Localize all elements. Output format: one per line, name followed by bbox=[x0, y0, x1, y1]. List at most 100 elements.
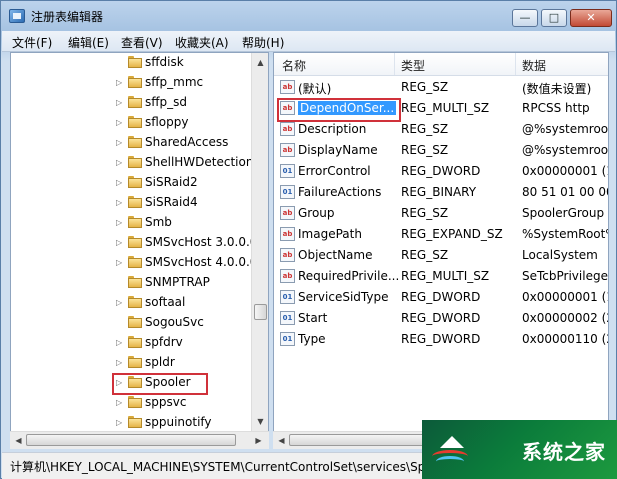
tree-item-shellhwdetection[interactable]: ▷ ShellHWDetection bbox=[11, 153, 253, 173]
scroll-left-arrow-icon[interactable]: ◀ bbox=[275, 434, 288, 447]
tree-item-label: SogouSvc bbox=[145, 315, 204, 329]
value-name: Start bbox=[298, 311, 328, 325]
tree-item-softaal[interactable]: ▷ softaal bbox=[11, 293, 251, 313]
tree-item-sisraid2[interactable]: ▷ SiSRaid2 bbox=[11, 173, 251, 193]
tree-item-sppuinotify[interactable]: ▷ sppuinotify bbox=[11, 413, 251, 431]
value-name: RequiredPrivile... bbox=[298, 269, 400, 283]
tree-expander-icon[interactable]: ▷ bbox=[116, 238, 122, 247]
tree-item-sharedaccess[interactable]: ▷ SharedAccess bbox=[11, 133, 251, 153]
tree-vertical-scrollbar[interactable]: ▲ ▼ bbox=[251, 53, 268, 431]
value-type: REG_DWORD bbox=[401, 290, 481, 304]
tree-item-sffp-sd[interactable]: ▷ sffp_sd bbox=[11, 93, 251, 113]
tree-expander-icon[interactable]: ▷ bbox=[116, 78, 122, 87]
tree-item-sppsvc[interactable]: ▷ sppsvc bbox=[11, 393, 251, 413]
value-row[interactable]: 01 ServiceSidType REG_DWORD 0x00000001 (… bbox=[274, 287, 608, 308]
value-data: @%systemroot bbox=[522, 122, 609, 136]
scrollbar-thumb[interactable] bbox=[254, 304, 267, 320]
scrollbar-thumb[interactable] bbox=[289, 434, 429, 446]
menu-help[interactable]: 帮助(H) bbox=[242, 34, 284, 51]
column-divider[interactable] bbox=[515, 53, 516, 75]
tree-item-snmptrap[interactable]: SNMPTRAP bbox=[11, 273, 251, 293]
tree-item-spldr[interactable]: ▷ spldr bbox=[11, 353, 251, 373]
value-row[interactable]: ab (默认) REG_SZ (数值未设置) bbox=[274, 77, 608, 98]
tree-item-sogousvc[interactable]: SogouSvc bbox=[11, 313, 251, 333]
scroll-left-arrow-icon[interactable]: ◀ bbox=[12, 434, 25, 447]
value-row[interactable]: 01 Type REG_DWORD 0x00000110 (27 bbox=[274, 329, 608, 350]
value-name: DisplayName bbox=[298, 143, 378, 157]
window-title: 注册表编辑器 bbox=[31, 10, 104, 24]
folder-icon bbox=[128, 316, 142, 329]
folder-icon bbox=[128, 216, 142, 229]
column-header-data[interactable]: 数据 bbox=[522, 57, 546, 74]
tree-expander-icon[interactable]: ▷ bbox=[116, 218, 122, 227]
scroll-right-arrow-icon[interactable]: ▶ bbox=[252, 434, 265, 447]
tree-expander-icon[interactable]: ▷ bbox=[116, 178, 122, 187]
value-name: (默认) bbox=[298, 82, 332, 96]
value-data: 0x00000001 (1) bbox=[522, 164, 609, 178]
minimize-button[interactable]: — bbox=[512, 9, 538, 27]
tree-expander-icon[interactable]: ▷ bbox=[116, 258, 122, 267]
value-row[interactable]: ab Group REG_SZ SpoolerGroup bbox=[274, 203, 608, 224]
tree-item-sffdisk[interactable]: sffdisk bbox=[11, 53, 251, 73]
tree-horizontal-scrollbar[interactable]: ◀ ▶ bbox=[10, 431, 269, 449]
scroll-up-arrow-icon[interactable]: ▲ bbox=[254, 56, 267, 69]
value-row[interactable]: 01 Start REG_DWORD 0x00000002 (2) bbox=[274, 308, 608, 329]
value-row[interactable]: ab RequiredPrivile... REG_MULTI_SZ SeTcb… bbox=[274, 266, 608, 287]
tree-expander-icon[interactable]: ▷ bbox=[116, 298, 122, 307]
tree-item-sfloppy[interactable]: ▷ sfloppy bbox=[11, 113, 251, 133]
tree-item-smb[interactable]: ▷ Smb bbox=[11, 213, 251, 233]
tree-item-label: SiSRaid4 bbox=[145, 195, 198, 209]
column-divider[interactable] bbox=[394, 53, 395, 75]
folder-icon bbox=[128, 256, 142, 269]
value-type: REG_SZ bbox=[401, 248, 449, 262]
tree-expander-icon[interactable]: ▷ bbox=[116, 198, 122, 207]
watermark-logo: 系统之家 bbox=[422, 420, 617, 479]
string-value-icon: ab bbox=[280, 227, 295, 241]
menu-edit[interactable]: 编辑(E) bbox=[68, 34, 109, 51]
folder-icon bbox=[128, 156, 142, 169]
tree-expander-icon[interactable]: ▷ bbox=[116, 398, 122, 407]
value-data: SpoolerGroup bbox=[522, 206, 605, 220]
tree-item-sisraid4[interactable]: ▷ SiSRaid4 bbox=[11, 193, 251, 213]
scroll-down-arrow-icon[interactable]: ▼ bbox=[254, 415, 267, 428]
tree-expander-icon[interactable]: ▷ bbox=[116, 118, 122, 127]
tree-expander-icon[interactable]: ▷ bbox=[116, 358, 122, 367]
value-row[interactable]: ab ObjectName REG_SZ LocalSystem bbox=[274, 245, 608, 266]
tree-item-label: spfdrv bbox=[145, 335, 183, 349]
tree-item-label: SMSvcHost 3.0.0.0 bbox=[145, 235, 258, 249]
maximize-button[interactable]: □ bbox=[541, 9, 567, 27]
registry-editor-window: 注册表编辑器 — □ ✕ 文件(F) 编辑(E) 查看(V) 收藏夹(A) 帮助… bbox=[0, 0, 617, 479]
registry-tree-pane[interactable]: sffdisk ▷ sffp_mmc ▷ sffp_sd ▷ sfloppy ▷… bbox=[10, 52, 269, 432]
title-bar[interactable]: 注册表编辑器 — □ ✕ bbox=[1, 1, 616, 31]
registry-values-pane[interactable]: 名称 类型 数据 ab (默认) REG_SZ (数值未设置) ab Depen… bbox=[273, 52, 609, 432]
menu-view[interactable]: 查看(V) bbox=[121, 34, 163, 51]
string-value-icon: ab bbox=[280, 269, 295, 283]
tree-item-smsvchost-4[interactable]: ▷ SMSvcHost 4.0.0.0 bbox=[11, 253, 257, 273]
value-row[interactable]: 01 ErrorControl REG_DWORD 0x00000001 (1) bbox=[274, 161, 609, 182]
menu-favorites[interactable]: 收藏夹(A) bbox=[175, 34, 229, 51]
tree-item-label: sffdisk bbox=[145, 55, 184, 69]
column-header-type[interactable]: 类型 bbox=[401, 57, 425, 74]
value-row[interactable]: ab ImagePath REG_EXPAND_SZ %SystemRoot% bbox=[274, 224, 608, 245]
tree-expander-icon[interactable]: ▷ bbox=[116, 98, 122, 107]
tree-item-label: sffp_mmc bbox=[145, 75, 204, 89]
value-data: 80 51 01 00 00 bbox=[522, 185, 609, 199]
string-value-icon: ab bbox=[280, 206, 295, 220]
binary-value-icon: 01 bbox=[280, 164, 295, 178]
menu-file[interactable]: 文件(F) bbox=[12, 34, 52, 51]
tree-expander-icon[interactable]: ▷ bbox=[116, 138, 122, 147]
scrollbar-thumb[interactable] bbox=[26, 434, 236, 446]
tree-item-spfdrv[interactable]: ▷ spfdrv bbox=[11, 333, 251, 353]
value-data: @%systemroot bbox=[522, 143, 609, 157]
tree-expander-icon[interactable]: ▷ bbox=[116, 338, 122, 347]
tree-expander-icon[interactable]: ▷ bbox=[116, 418, 122, 427]
value-row[interactable]: 01 FailureActions REG_BINARY 80 51 01 00… bbox=[274, 182, 609, 203]
value-row[interactable]: ab DisplayName REG_SZ @%systemroot bbox=[274, 140, 609, 161]
close-button[interactable]: ✕ bbox=[570, 9, 612, 27]
tree-item-smsvchost-3[interactable]: ▷ SMSvcHost 3.0.0.0 bbox=[11, 233, 257, 253]
tree-item-sffp-mmc[interactable]: ▷ sffp_mmc bbox=[11, 73, 251, 93]
tree-expander-icon[interactable]: ▷ bbox=[116, 158, 122, 167]
menu-bar: 文件(F) 编辑(E) 查看(V) 收藏夹(A) 帮助(H) bbox=[2, 31, 615, 52]
value-row[interactable]: ab Description REG_SZ @%systemroot bbox=[274, 119, 609, 140]
column-header-name[interactable]: 名称 bbox=[282, 57, 306, 74]
